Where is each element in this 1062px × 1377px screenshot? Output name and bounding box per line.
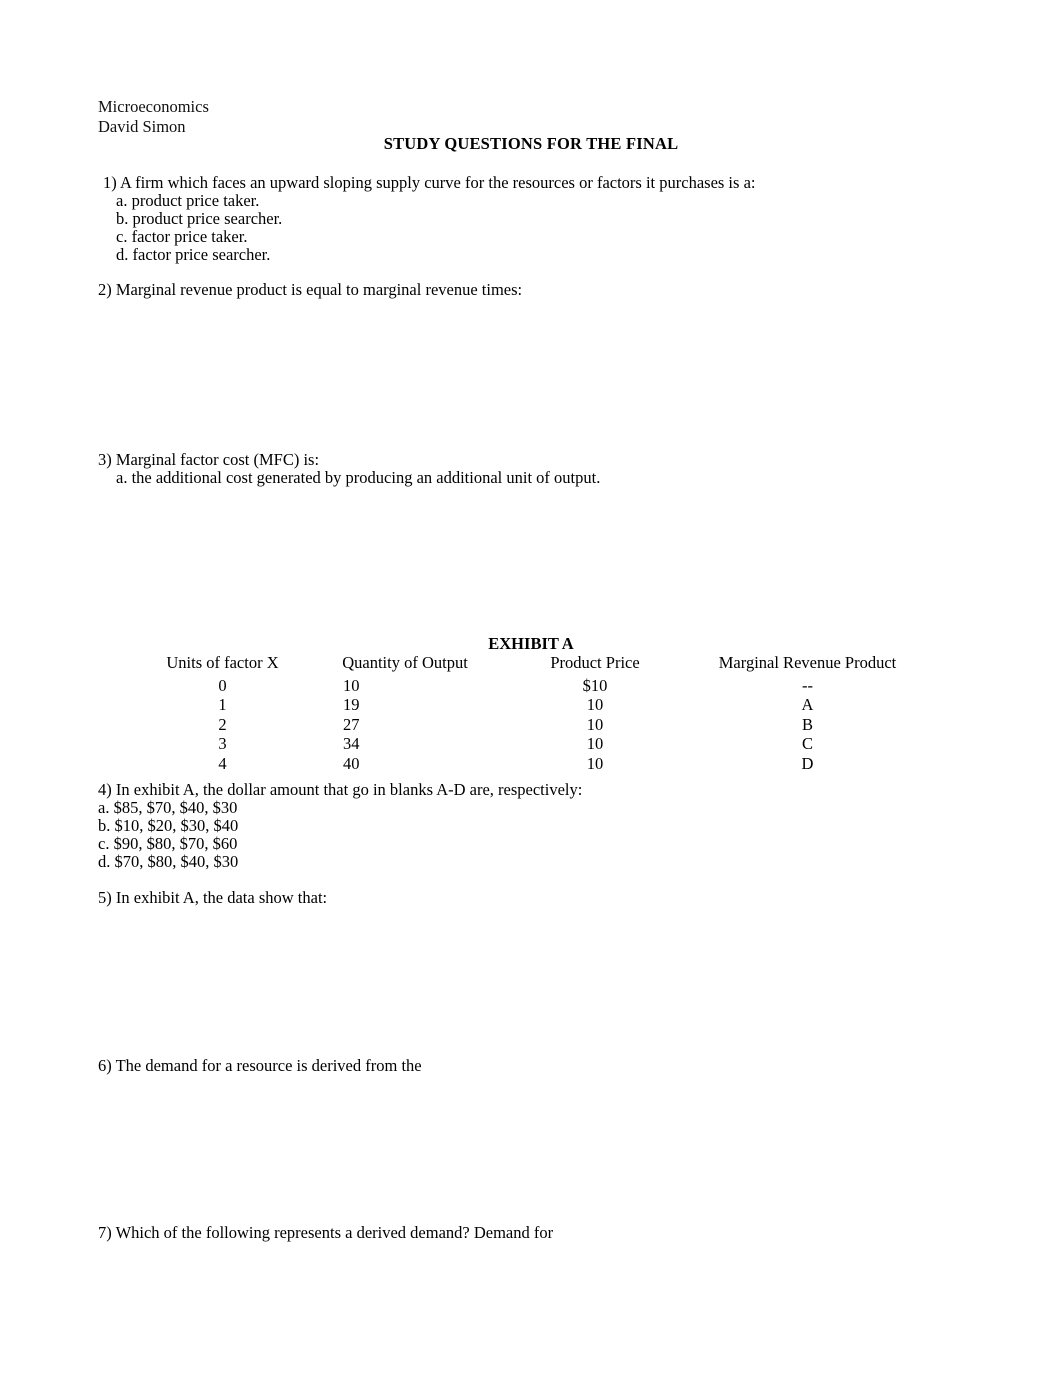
cell-price: 10 [586,753,604,773]
cell-mrp: D [801,753,814,773]
question-3-stem: 3) Marginal factor cost (MFC) is: [98,450,320,469]
question-4-option-a[interactable]: a. $85, $70, $40, $30 [98,798,237,818]
cell-quantity: 10 [343,675,360,695]
question-2-stem: 2) Marginal revenue product is equal to … [98,280,523,299]
table-row: 1 19 10 A [140,695,930,716]
cell-mrp: C [801,734,813,753]
cell-quantity: 34 [343,734,360,753]
column-header-quantity: Quantity of Output [342,653,468,672]
table-row: 0 10 $10 -- [140,676,930,696]
cell-quantity: 19 [343,695,360,714]
cell-price: 10 [586,695,604,714]
cell-quantity: 27 [343,714,360,734]
cell-mrp: B [801,714,813,734]
table-row: 4 40 10 D [140,754,930,774]
question-1-option-c[interactable]: c. factor price taker. [116,227,247,247]
table-row: 3 34 10 C [140,734,930,755]
table-header-row: Units of factor X Quantity of Output Pro… [140,653,930,676]
question-5-stem: 5) In exhibit A, the data show that: [98,888,328,907]
cell-mrp: -- [802,675,813,695]
cell-units: 4 [218,753,227,773]
cell-mrp: A [801,695,814,714]
column-header-units: Units of factor X [166,653,279,672]
table-row: 2 27 10 B [140,715,930,735]
cell-units: 2 [218,714,227,734]
question-7-stem: 7) Which of the following represents a d… [98,1223,554,1242]
cell-units: 0 [218,675,227,695]
exhibit-a-title: EXHIBIT A [488,634,574,653]
column-header-price: Product Price [550,653,640,672]
cell-units: 1 [218,695,227,714]
question-1-stem: 1) A firm which faces an upward sloping … [103,173,756,192]
course-name: Microeconomics [98,97,209,116]
page-title: STUDY QUESTIONS FOR THE FINAL [383,134,679,153]
question-6-stem: 6) The demand for a resource is derived … [98,1056,422,1075]
question-4-stem: 4) In exhibit A, the dollar amount that … [98,780,583,799]
question-4-option-b[interactable]: b. $10, $20, $30, $40 [98,816,238,836]
question-4-option-d[interactable]: d. $70, $80, $40, $30 [98,852,238,872]
exhibit-a-table: Units of factor X Quantity of Output Pro… [140,653,930,774]
question-1-option-d[interactable]: d. factor price searcher. [116,245,270,265]
cell-price: 10 [586,734,604,753]
question-4-option-c[interactable]: c. $90, $80, $70, $60 [98,834,237,854]
question-1-option-a[interactable]: a. product price taker. [116,191,259,211]
cell-price: 10 [586,714,604,734]
cell-price: $10 [582,675,608,695]
cell-units: 3 [218,734,227,753]
document-page: Microeconomics David Simon STUDY QUESTIO… [0,0,1062,1377]
question-3-option-a[interactable]: a. the additional cost generated by prod… [116,468,600,488]
column-header-mrp: Marginal Revenue Product [718,653,897,672]
question-1-option-b[interactable]: b. product price searcher. [116,209,282,229]
cell-quantity: 40 [343,753,360,773]
